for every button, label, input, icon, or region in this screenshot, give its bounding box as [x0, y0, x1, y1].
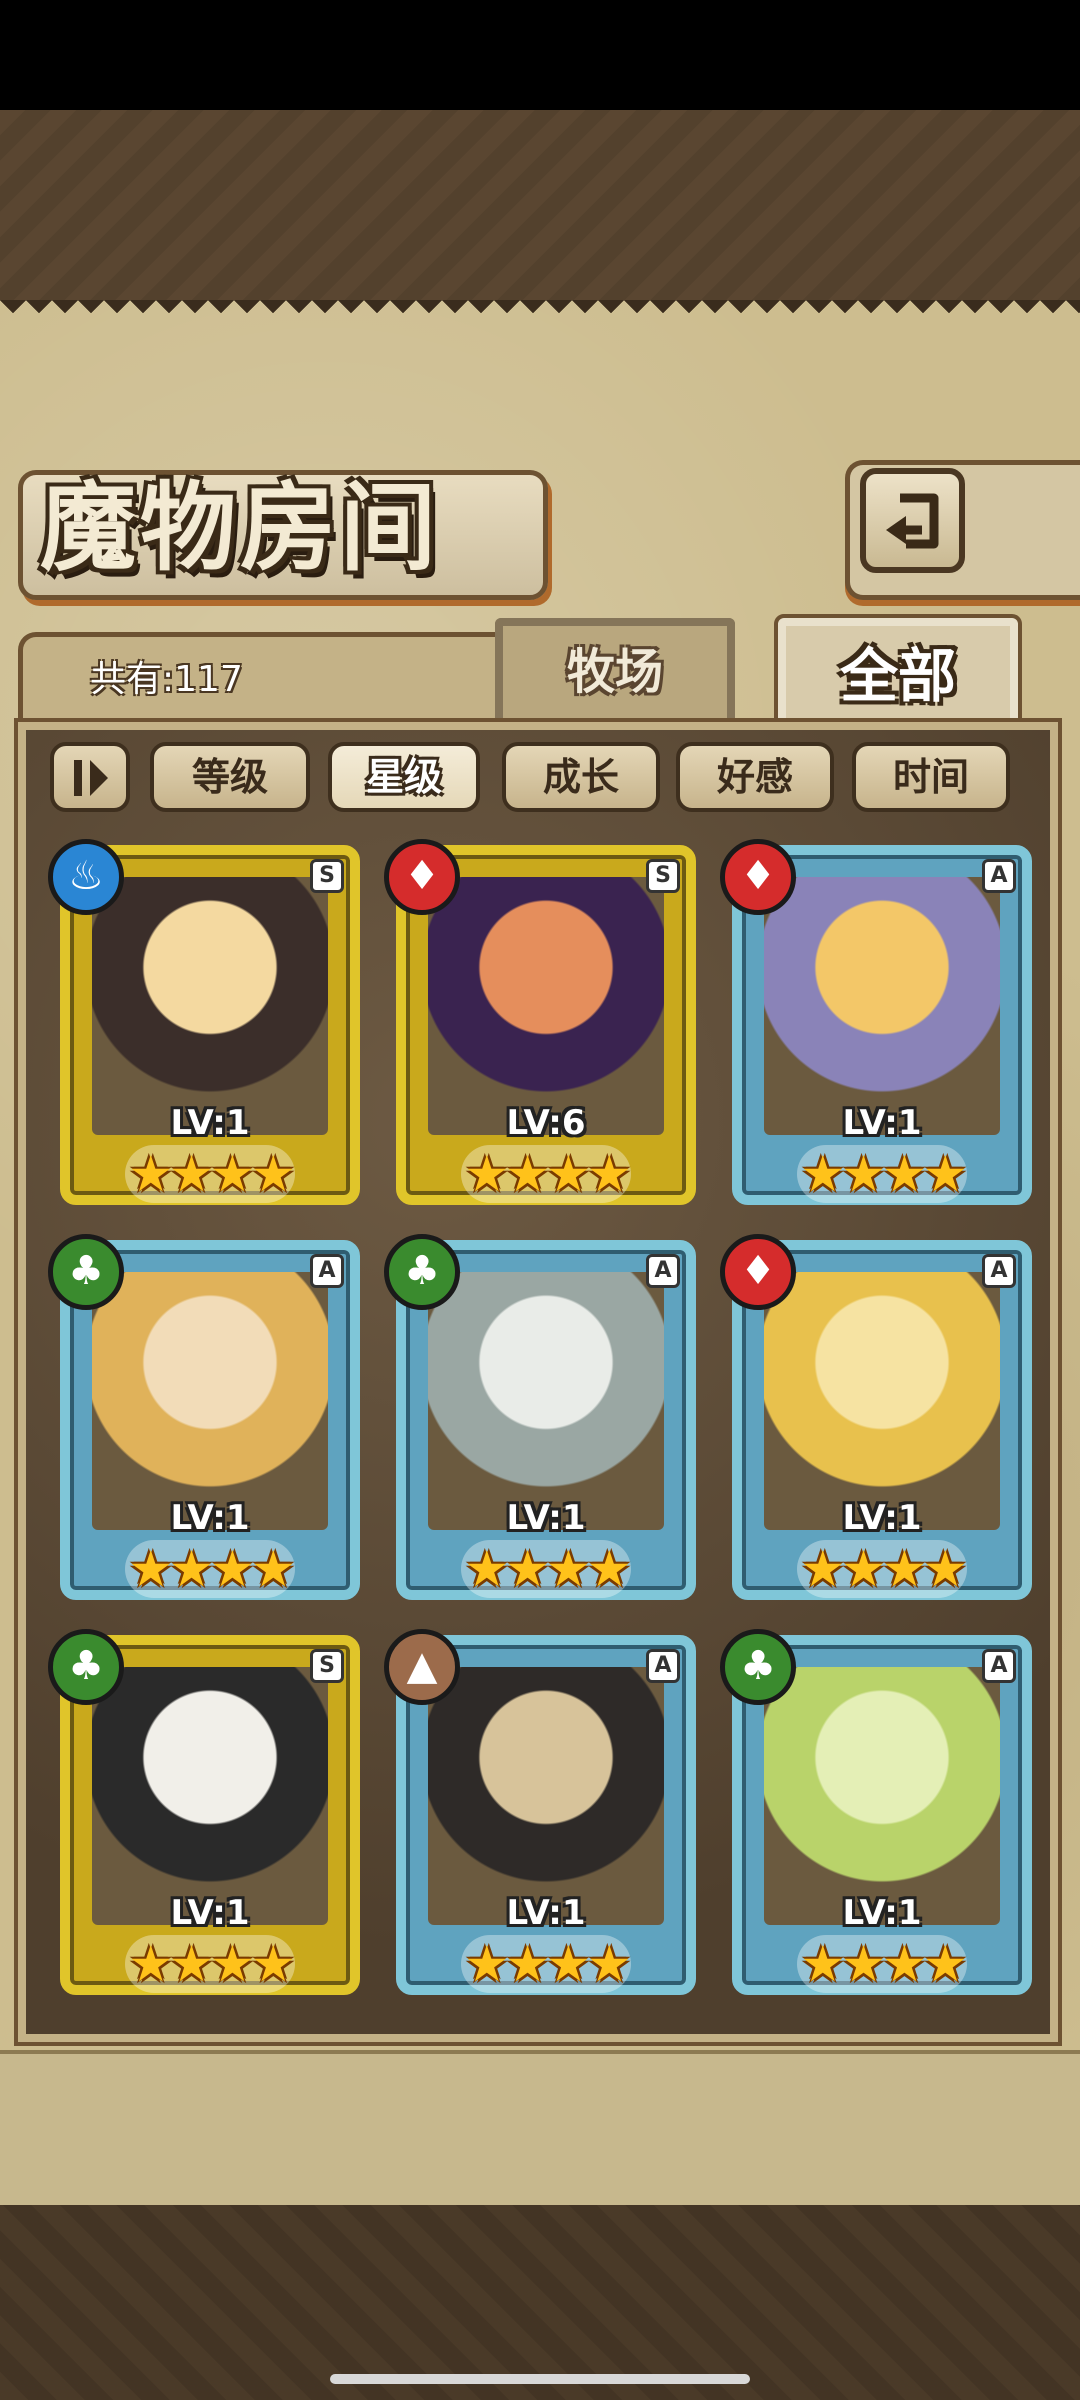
rank-badge: A — [646, 1649, 680, 1683]
monster-portrait — [764, 1667, 1000, 1925]
rank-badge: S — [310, 1649, 344, 1683]
page-title: 魔物房间 — [40, 471, 440, 584]
monster-level: LV:6 — [506, 1103, 586, 1143]
leaf-icon: ♣ — [48, 1234, 124, 1310]
bottom-map-strip — [0, 2050, 1080, 2214]
monster-portrait — [428, 877, 664, 1135]
rank-badge: S — [646, 859, 680, 893]
star-rating: ★★★★ — [797, 1540, 968, 1598]
monster-level: LV:1 — [842, 1103, 922, 1143]
fire-icon: ♦ — [720, 1234, 796, 1310]
star-rating: ★★★★ — [797, 1145, 968, 1203]
home-indicator — [330, 2374, 750, 2384]
tab-all[interactable]: 全部 — [774, 614, 1022, 734]
filter-affection[interactable]: 好感 — [676, 742, 834, 812]
fire-icon: ♦ — [384, 839, 460, 915]
monster-portrait — [92, 1272, 328, 1530]
rank-badge: A — [982, 1649, 1016, 1683]
star-rating: ★★★★ — [125, 1935, 296, 1993]
monster-portrait — [92, 877, 328, 1135]
return-arrow-icon — [886, 493, 939, 549]
star-rating: ★★★★ — [125, 1145, 296, 1203]
rank-badge: A — [982, 1254, 1016, 1288]
rank-badge: S — [310, 859, 344, 893]
earth-icon: ▲ — [384, 1629, 460, 1705]
monster-level: LV:1 — [170, 1498, 250, 1538]
monster-portrait — [764, 877, 1000, 1135]
monster-portrait — [428, 1272, 664, 1530]
filter-time[interactable]: 时间 — [852, 742, 1010, 812]
sort-toggle-icon — [74, 760, 108, 796]
star-rating: ★★★★ — [461, 1540, 632, 1598]
monster-portrait — [92, 1667, 328, 1925]
leaf-icon: ♣ — [384, 1234, 460, 1310]
bottom-decor-band — [0, 2205, 1080, 2400]
monster-level: LV:1 — [506, 1893, 586, 1933]
status-bar — [0, 0, 1080, 110]
monster-portrait — [428, 1667, 664, 1925]
monster-portrait — [764, 1272, 1000, 1530]
tab-ranch[interactable]: 牧场 — [495, 618, 735, 718]
back-button[interactable] — [860, 468, 965, 573]
top-decor-band — [0, 110, 1080, 306]
rank-badge: A — [310, 1254, 344, 1288]
star-rating: ★★★★ — [461, 1145, 632, 1203]
leaf-icon: ♣ — [48, 1629, 124, 1705]
monster-count: 共有:117 — [90, 659, 243, 700]
sort-toggle-button[interactable] — [50, 742, 130, 812]
water-icon: ♨ — [48, 839, 124, 915]
top-zigzag-border — [0, 300, 1080, 326]
star-rating: ★★★★ — [461, 1935, 632, 1993]
rank-badge: A — [982, 859, 1016, 893]
leaf-icon: ♣ — [720, 1629, 796, 1705]
star-rating: ★★★★ — [797, 1935, 968, 1993]
filter-growth[interactable]: 成长 — [502, 742, 660, 812]
monster-level: LV:1 — [170, 1893, 250, 1933]
monster-level: LV:1 — [842, 1498, 922, 1538]
monster-level: LV:1 — [842, 1893, 922, 1933]
filter-level[interactable]: 等级 — [150, 742, 310, 812]
star-rating: ★★★★ — [125, 1540, 296, 1598]
monster-level: LV:1 — [506, 1498, 586, 1538]
rank-badge: A — [646, 1254, 680, 1288]
filter-stars[interactable]: 星级 — [328, 742, 480, 812]
monster-level: LV:1 — [170, 1103, 250, 1143]
fire-icon: ♦ — [720, 839, 796, 915]
